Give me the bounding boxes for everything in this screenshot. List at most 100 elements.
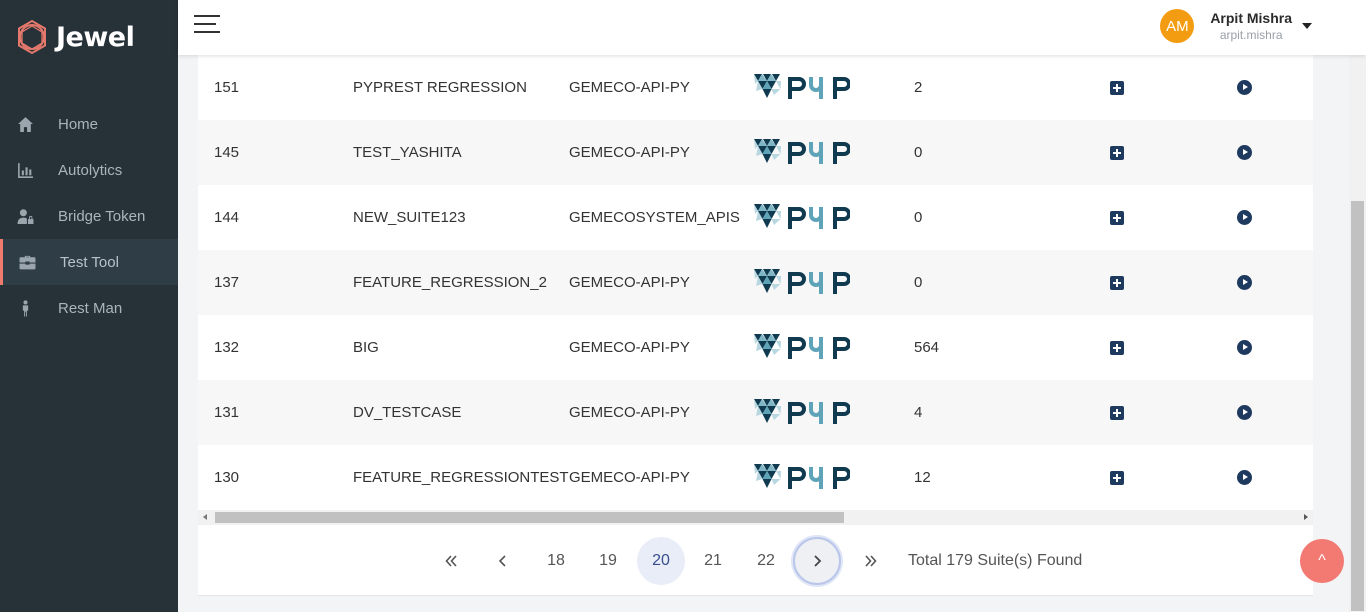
horizontal-scrollbar[interactable] [198, 510, 1313, 525]
suite-name: PYPREST REGRESSION [353, 79, 527, 96]
suite-name: TEST_YASHITA [353, 144, 462, 161]
total-count: Total 179 Suite(s) Found [908, 552, 1083, 569]
suite-id: 145 [214, 144, 240, 161]
project-name: GEMECO-API-PY [569, 144, 690, 161]
scroll-left-icon[interactable] [203, 514, 207, 520]
brand-name: Jewel [56, 21, 135, 53]
caret-down-icon[interactable] [1302, 23, 1312, 29]
suite-name: FEATURE_REGRESSIONTEST [353, 469, 569, 486]
sidebar: Jewel Home Autolytics Bridge Token Test … [0, 0, 178, 612]
user-name: Arpit Mishra [1210, 10, 1292, 26]
table-row: 131 DV_TESTCASE GEMECO-API-PY 4 [198, 380, 1313, 445]
chevron-right-icon [814, 555, 822, 567]
chevron-left-icon [498, 555, 506, 567]
scroll-right-icon[interactable] [1304, 514, 1308, 520]
suites-table: 151 PYPREST REGRESSION GEMECO-API-PY 2 145 TE… [198, 55, 1313, 510]
sidebar-item-label: Rest Man [58, 299, 123, 317]
bar-chart-icon [16, 161, 34, 179]
run-icon[interactable] [1237, 210, 1252, 225]
first-page-button[interactable] [427, 537, 475, 585]
add-icon[interactable] [1110, 341, 1124, 355]
user-lock-icon [16, 207, 34, 225]
vertical-scrollbar[interactable] [1349, 55, 1366, 612]
project-name: GEMECOSYSTEM_APIS [569, 209, 740, 226]
project-name: GEMECO-API-PY [569, 404, 690, 421]
user-info: Arpit Mishra arpit.mishra [1210, 10, 1292, 42]
page-button[interactable]: 18 [532, 537, 580, 585]
current-page-button[interactable]: 20 [637, 537, 685, 585]
suite-name: NEW_SUITE123 [353, 209, 466, 226]
testcase-count: 0 [914, 274, 923, 291]
add-icon[interactable] [1110, 146, 1124, 160]
pyp-framework-logo-icon [752, 461, 851, 497]
sidebar-item-home[interactable]: Home [0, 101, 178, 147]
table-row: 137 FEATURE_REGRESSION_2 GEMECO-API-PY 0 [198, 250, 1313, 315]
project-name: GEMECO-API-PY [569, 469, 690, 486]
avatar[interactable]: AM [1160, 9, 1195, 43]
project-name: GEMECO-API-PY [569, 339, 690, 356]
scroll-to-top-button[interactable]: ^ [1300, 539, 1344, 583]
suite-id: 130 [214, 469, 240, 486]
menu-toggle-icon[interactable] [194, 13, 222, 35]
sidebar-item-autolytics[interactable]: Autolytics [0, 147, 178, 193]
prev-page-button[interactable] [479, 537, 527, 585]
run-icon[interactable] [1237, 405, 1252, 420]
run-icon[interactable] [1237, 340, 1252, 355]
home-icon [16, 115, 34, 133]
page-button[interactable]: 21 [689, 537, 737, 585]
table-row: 151 PYPREST REGRESSION GEMECO-API-PY 2 [198, 55, 1313, 120]
user-handle: arpit.mishra [1219, 28, 1283, 42]
pagination: 18 19 20 21 22 Total 179 Suite(s) Found [198, 525, 1313, 596]
brand-logo[interactable]: Jewel [14, 18, 135, 56]
sidebar-item-test-tool[interactable]: Test Tool [0, 239, 178, 285]
add-icon[interactable] [1110, 471, 1124, 485]
pyp-framework-logo-icon [752, 71, 851, 107]
user-menu[interactable]: AM Arpit Mishra arpit.mishra [1160, 9, 1312, 43]
sidebar-item-bridge-token[interactable]: Bridge Token [0, 193, 178, 239]
suite-id: 137 [214, 274, 240, 291]
table-row: 132 BIG GEMECO-API-PY 564 [198, 315, 1313, 380]
suite-id: 132 [214, 339, 240, 356]
person-icon [16, 299, 34, 317]
table-row: 130 FEATURE_REGRESSIONTEST GEMECO-API-PY 12 [198, 445, 1313, 510]
pyp-framework-logo-icon [752, 266, 851, 302]
sidebar-item-label: Autolytics [58, 161, 123, 179]
pyp-framework-logo-icon [752, 136, 851, 172]
add-icon[interactable] [1110, 81, 1124, 95]
project-name: GEMECO-API-PY [569, 79, 690, 96]
run-icon[interactable] [1237, 470, 1252, 485]
suite-name: DV_TESTCASE [353, 404, 462, 421]
page-button[interactable]: 22 [742, 537, 790, 585]
testcase-count: 4 [914, 404, 923, 421]
sidebar-item-rest-man[interactable]: Rest Man [0, 285, 178, 331]
sidebar-item-label: Test Tool [60, 253, 119, 271]
testcase-count: 2 [914, 79, 923, 96]
testcase-count: 0 [914, 144, 923, 161]
pyp-framework-logo-icon [752, 396, 851, 432]
toolbox-icon [18, 253, 36, 271]
add-icon[interactable] [1110, 406, 1124, 420]
suite-id: 144 [214, 209, 240, 226]
project-name: GEMECO-API-PY [569, 274, 690, 291]
top-header: AM Arpit Mishra arpit.mishra [178, 0, 1366, 55]
double-chevron-left-icon [445, 555, 457, 567]
run-icon[interactable] [1237, 275, 1252, 290]
last-page-button[interactable] [847, 537, 895, 585]
scrollbar-thumb[interactable] [1351, 201, 1364, 611]
table-row: 144 NEW_SUITE123 GEMECOSYSTEM_APIS 0 [198, 185, 1313, 250]
run-icon[interactable] [1237, 80, 1252, 95]
suite-id: 151 [214, 79, 240, 96]
pyp-framework-logo-icon [752, 331, 851, 367]
add-icon[interactable] [1110, 276, 1124, 290]
next-page-button[interactable] [793, 537, 841, 585]
suite-name: BIG [353, 339, 379, 356]
suite-id: 131 [214, 404, 240, 421]
sidebar-item-label: Home [58, 115, 99, 133]
scrollbar-thumb[interactable] [215, 512, 844, 523]
double-chevron-right-icon [865, 555, 877, 567]
jewel-logo-icon [18, 19, 46, 55]
run-icon[interactable] [1237, 145, 1252, 160]
page-button[interactable]: 19 [584, 537, 632, 585]
suite-name: FEATURE_REGRESSION_2 [353, 274, 547, 291]
add-icon[interactable] [1110, 211, 1124, 225]
